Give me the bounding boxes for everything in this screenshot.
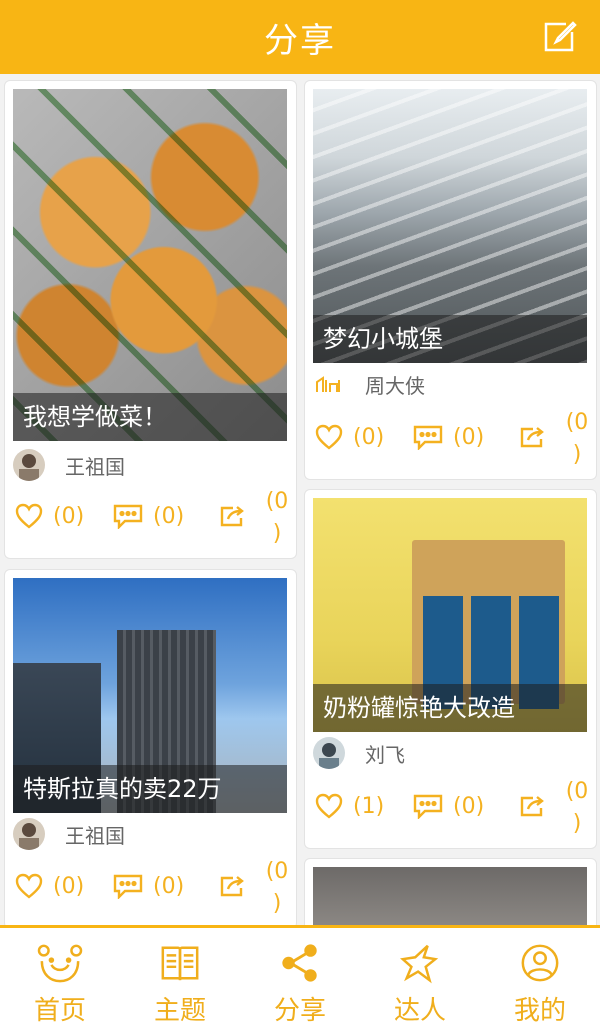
tab-label: 分享	[273, 996, 326, 1026]
post-image[interactable]: 梦幻小城堡	[313, 89, 587, 363]
post-card-castle[interactable]: 梦幻小城堡 周大侠 (0) (0) (0 )	[304, 80, 597, 480]
share-arrow-icon	[220, 506, 244, 527]
like-count: (0)	[353, 424, 385, 450]
tab-mine[interactable]: 我的	[480, 928, 600, 1027]
post-image[interactable]	[313, 867, 587, 931]
post-author[interactable]: 王祖国	[13, 447, 125, 483]
post-image[interactable]: 我想学做菜！	[13, 89, 287, 441]
share-button[interactable]	[219, 856, 255, 916]
comment-button[interactable]: (0)	[413, 407, 484, 467]
comment-icon	[113, 874, 143, 899]
post-title: 我想学做菜！	[13, 393, 287, 441]
page-title: 分享	[264, 20, 336, 61]
like-count: (1)	[353, 793, 385, 819]
post-card-tesla[interactable]: 特斯拉真的卖22万 王祖国 (0) (0) (0 )	[4, 569, 297, 929]
tab-label: 主题	[153, 996, 206, 1026]
comment-count: (0)	[453, 424, 485, 450]
tab-label: 达人	[393, 996, 446, 1026]
share-count: (0 )	[565, 779, 589, 836]
comment-count: (0)	[453, 793, 485, 819]
book-icon	[161, 946, 199, 981]
heart-icon	[15, 873, 43, 899]
author-name: 王祖国	[65, 454, 125, 479]
avatar	[313, 368, 345, 400]
avatar	[13, 449, 45, 481]
header-bar: 分享	[0, 0, 600, 74]
bottom-tab-bar: 首页 主题 分享 达人 我的	[0, 925, 600, 1027]
like-button[interactable]: (1)	[315, 776, 384, 836]
post-stats: (0) (0) (0 )	[315, 407, 591, 467]
author-name: 刘飞	[365, 742, 405, 767]
comment-icon	[113, 504, 143, 529]
share-arrow-icon	[220, 876, 244, 897]
like-button[interactable]: (0)	[15, 856, 84, 916]
tab-topics[interactable]: 主题	[120, 928, 240, 1027]
share-count: (0 )	[265, 859, 289, 916]
post-stats: (0) (0) (0 )	[15, 856, 291, 916]
comment-button[interactable]: (0)	[113, 486, 184, 546]
share-button[interactable]	[519, 776, 555, 836]
like-count: (0)	[53, 873, 85, 899]
post-stats: (0) (0) (0 )	[15, 486, 291, 546]
home-face-icon	[37, 944, 83, 983]
compose-icon[interactable]	[540, 18, 578, 56]
heart-icon	[315, 424, 343, 450]
author-name: 周大侠	[365, 373, 425, 398]
profile-icon	[521, 944, 559, 982]
heart-icon	[15, 503, 43, 529]
post-author[interactable]: 刘飞	[313, 735, 405, 771]
post-author[interactable]: 王祖国	[13, 816, 125, 852]
post-stats: (1) (0) (0 )	[315, 776, 591, 836]
share-count: (0 )	[265, 489, 289, 546]
share-arrow-icon	[520, 427, 544, 448]
share-icon	[282, 944, 317, 982]
tab-label: 首页	[33, 996, 86, 1026]
tab-home[interactable]: 首页	[0, 928, 120, 1027]
comment-icon	[413, 794, 443, 819]
share-button[interactable]	[519, 407, 555, 467]
tab-experts[interactable]: 达人	[360, 928, 480, 1027]
share-count: (0 )	[565, 410, 589, 467]
post-author[interactable]: 周大侠	[313, 366, 425, 402]
comment-count: (0)	[153, 873, 185, 899]
share-arrow-icon	[520, 796, 544, 817]
comment-icon	[413, 425, 443, 450]
heart-icon	[315, 793, 343, 819]
post-image[interactable]: 奶粉罐惊艳大改造	[313, 498, 587, 732]
post-card-milk-can[interactable]: 奶粉罐惊艳大改造 刘飞 (1) (0) (0 )	[304, 489, 597, 849]
like-count: (0)	[53, 503, 85, 529]
comment-button[interactable]: (0)	[413, 776, 484, 836]
post-title: 特斯拉真的卖22万	[13, 765, 287, 813]
share-button[interactable]	[219, 486, 255, 546]
comment-count: (0)	[153, 503, 185, 529]
star-icon	[400, 944, 439, 984]
like-button[interactable]: (0)	[315, 407, 384, 467]
post-image[interactable]: 特斯拉真的卖22万	[13, 578, 287, 813]
avatar	[313, 737, 345, 769]
post-title: 奶粉罐惊艳大改造	[313, 684, 587, 732]
avatar	[13, 818, 45, 850]
comment-button[interactable]: (0)	[113, 856, 184, 916]
tab-share[interactable]: 分享	[240, 928, 360, 1027]
post-title: 梦幻小城堡	[313, 315, 587, 363]
tab-label: 我的	[513, 996, 566, 1026]
author-name: 王祖国	[65, 823, 125, 848]
like-button[interactable]: (0)	[15, 486, 84, 546]
post-card-cooking[interactable]: 我想学做菜！ 王祖国 (0) (0) (0 )	[4, 80, 297, 559]
